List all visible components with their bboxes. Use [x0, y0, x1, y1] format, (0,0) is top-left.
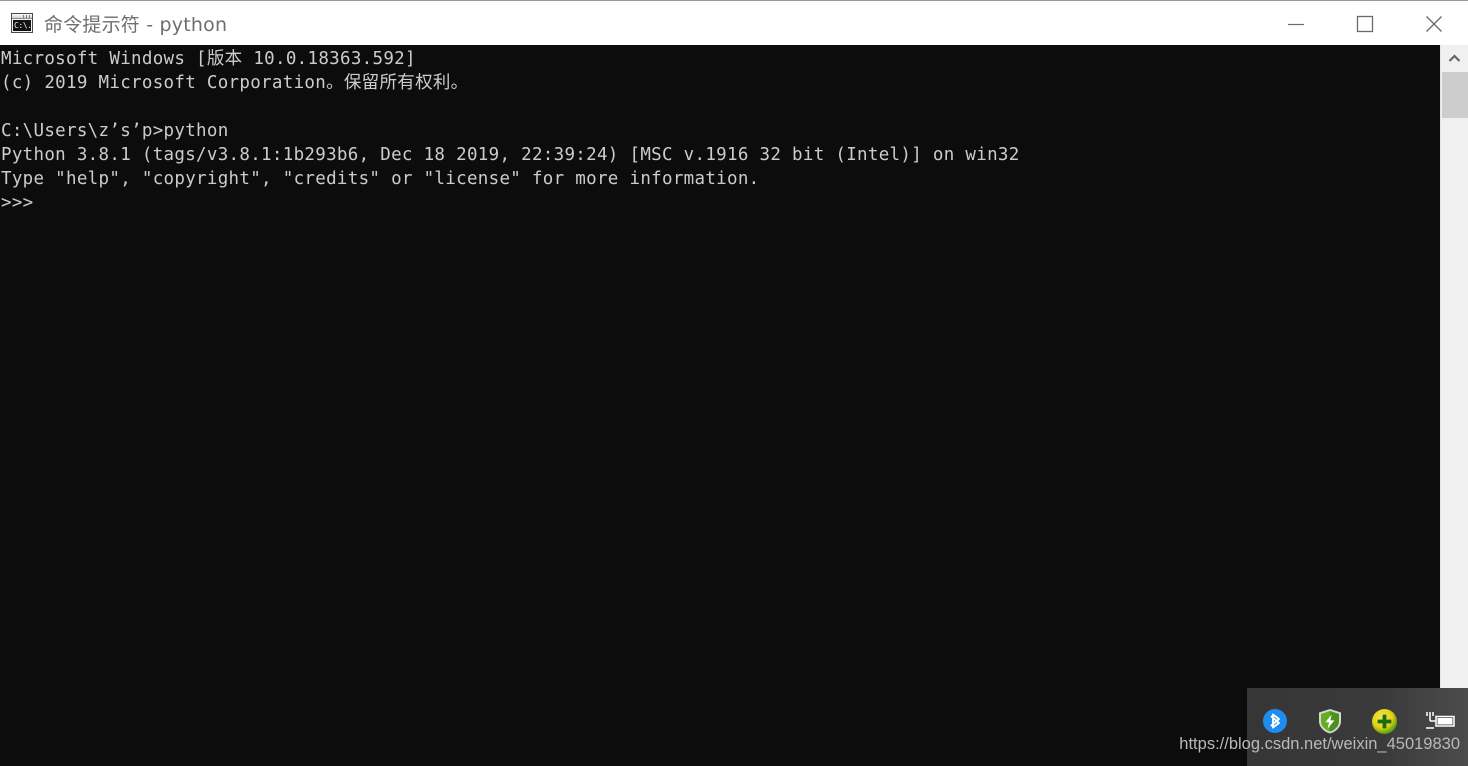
minimize-button[interactable]	[1261, 1, 1330, 46]
console-text: Microsoft Windows [版本 10.0.18363.592] (c…	[1, 49, 1020, 213]
cmd-window: C:\. 命令提示符 - python Microsoft Windows [版…	[0, 0, 1468, 766]
system-tray	[1247, 688, 1468, 766]
csdn-watermark: https://blog.csdn.net/weixin_45019830	[1179, 735, 1460, 753]
cmd-icon-titlebar	[12, 14, 32, 19]
window-controls	[1261, 1, 1468, 45]
battery-charging-icon[interactable]	[1412, 704, 1467, 738]
chevron-up-icon[interactable]	[1441, 45, 1468, 71]
maximize-button[interactable]	[1330, 1, 1399, 46]
close-button[interactable]	[1399, 1, 1468, 46]
window-titlebar[interactable]: C:\. 命令提示符 - python	[0, 0, 1468, 45]
plus-circle-icon[interactable]	[1357, 704, 1412, 738]
cmd-icon-screen-text: C:\.	[13, 20, 31, 31]
window-title: 命令提示符 - python	[44, 13, 228, 36]
console-output-area[interactable]: Microsoft Windows [版本 10.0.18363.592] (c…	[0, 45, 1440, 766]
bluetooth-icon[interactable]	[1247, 704, 1302, 738]
scrollbar-thumb[interactable]	[1442, 72, 1468, 118]
shield-security-icon[interactable]	[1302, 704, 1357, 738]
titlebar-left-group: C:\. 命令提示符 - python	[0, 1, 1261, 45]
vertical-scrollbar[interactable]	[1440, 45, 1468, 766]
cmd-console-icon: C:\.	[11, 13, 33, 33]
